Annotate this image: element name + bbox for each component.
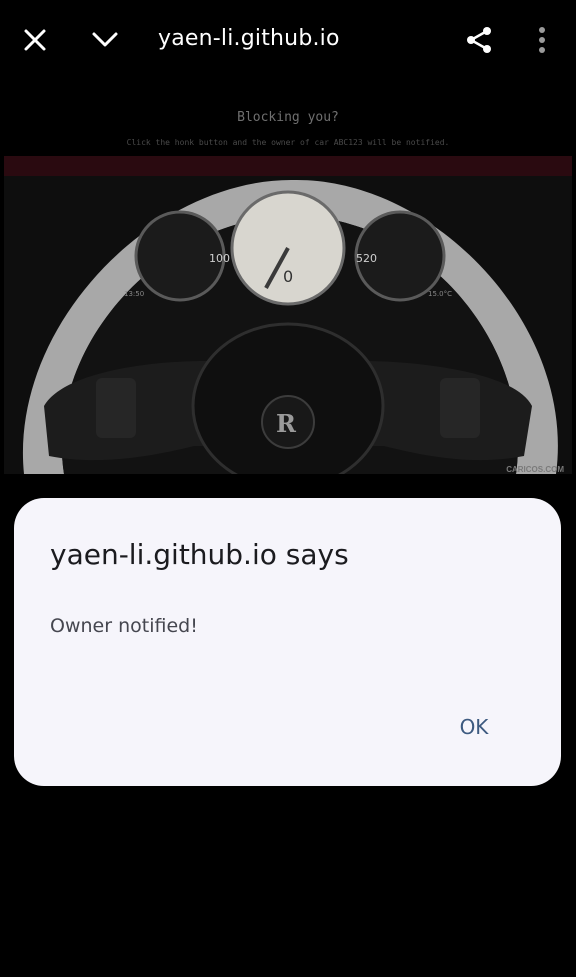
close-icon[interactable] xyxy=(17,22,53,58)
dialog-title: yaen-li.github.io says xyxy=(50,538,349,571)
right-bottom-readout: 15.0°C xyxy=(428,290,452,298)
left-bottom-readout: 13:50 xyxy=(124,290,144,298)
steering-wheel-image[interactable]: 100 520 0 13:50 15.0°C R xyxy=(4,156,572,474)
dialog-message: Owner notified! xyxy=(50,615,198,637)
more-vert-icon[interactable] xyxy=(524,22,560,58)
image-watermark: CARICOS.COM xyxy=(506,465,564,474)
center-gauge-value: 0 xyxy=(283,267,293,286)
right-gauge-value: 520 xyxy=(356,252,377,265)
browser-toolbar: yaen-li.github.io xyxy=(0,0,576,80)
page-subtext: Click the honk button and the owner of c… xyxy=(126,138,450,147)
page-title: yaen-li.github.io xyxy=(158,26,340,51)
ok-button[interactable]: OK xyxy=(444,710,504,744)
share-icon[interactable] xyxy=(461,22,497,58)
left-gauge-value: 100 xyxy=(209,252,230,265)
chevron-down-icon[interactable] xyxy=(87,22,123,58)
svg-text:R: R xyxy=(276,409,297,438)
page-heading: Blocking you? xyxy=(237,110,339,125)
alert-dialog: yaen-li.github.io says Owner notified! O… xyxy=(14,498,561,786)
